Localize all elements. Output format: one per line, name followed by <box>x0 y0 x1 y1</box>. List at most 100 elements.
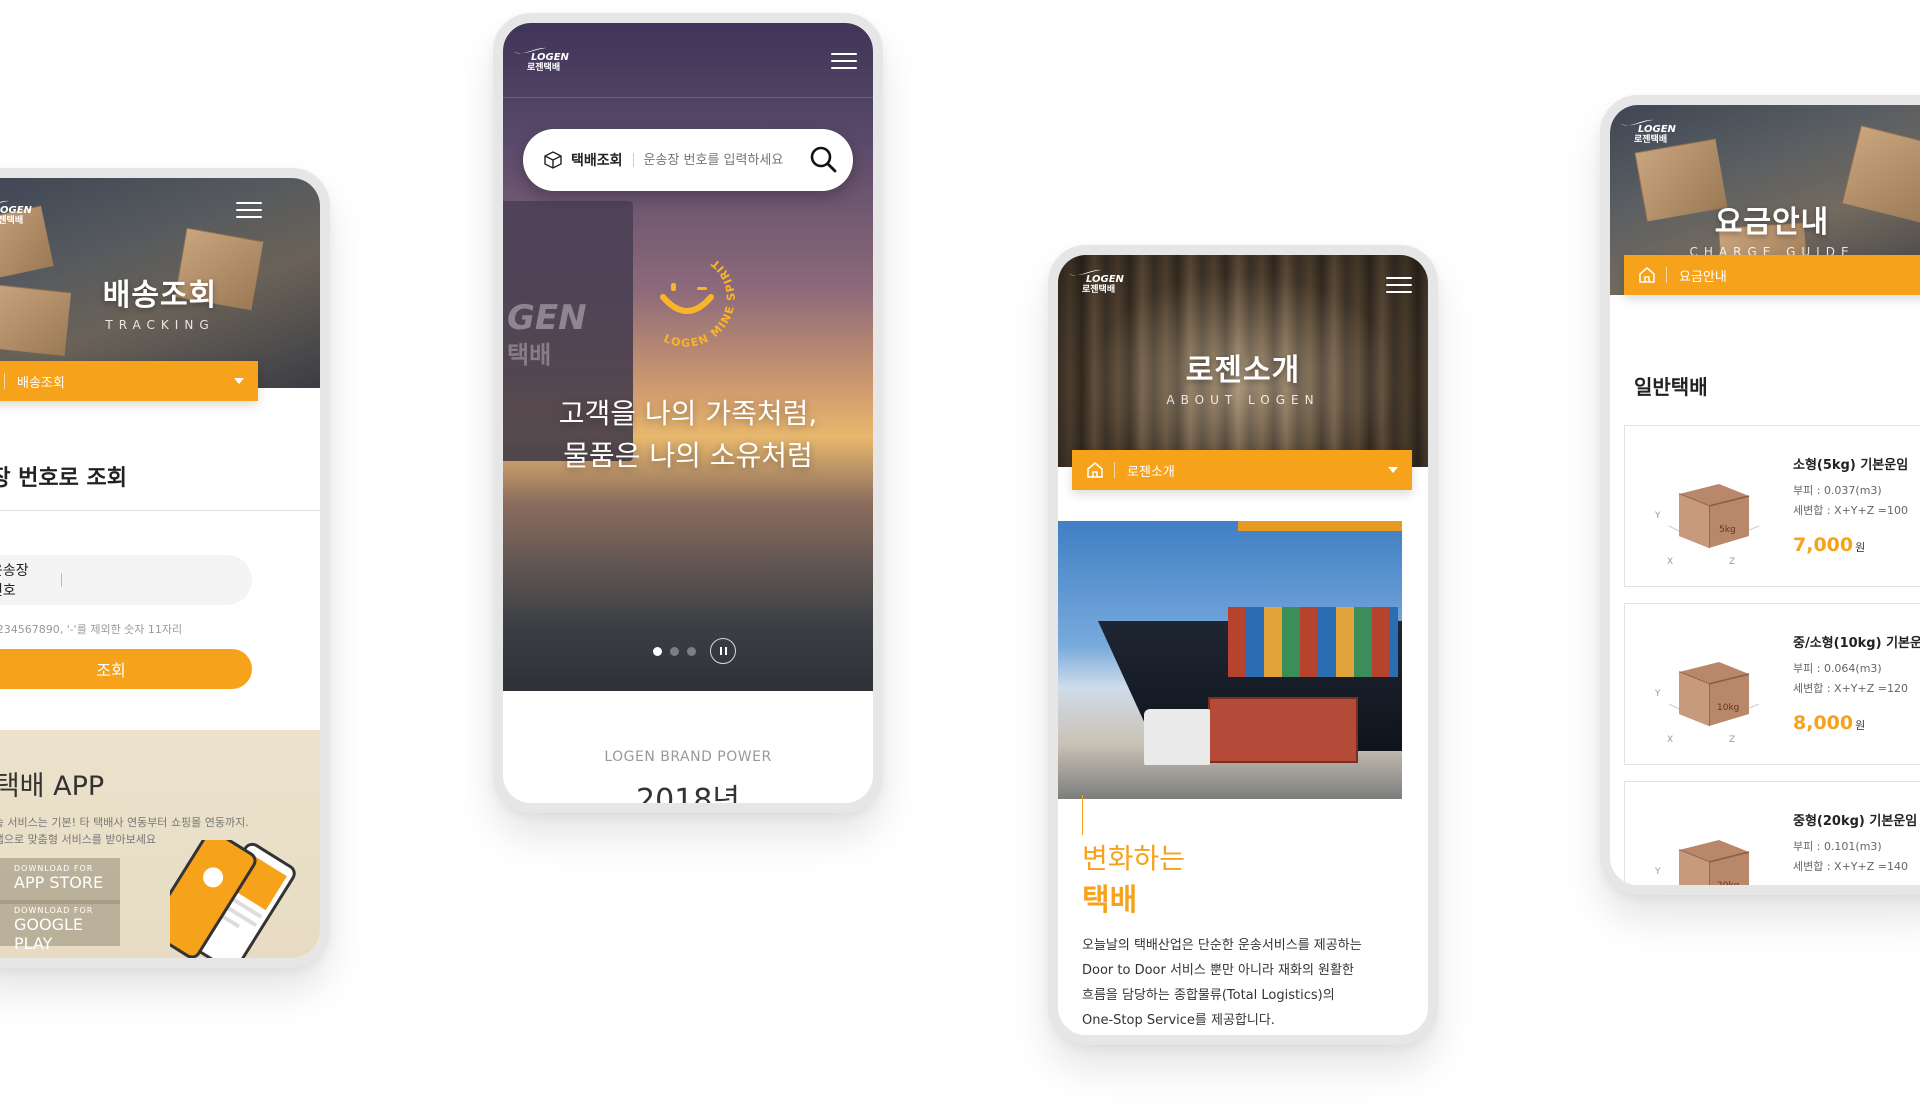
menu-icon[interactable] <box>1386 277 1412 293</box>
slogan-line-2: 물품은 나의 소유처럼 <box>563 439 813 472</box>
wink-eye <box>697 287 707 290</box>
waybill-hint: ※ 01234567890, '-'를 제외한 숫자 11자리 <box>0 623 183 636</box>
price-card[interactable]: 10kg Y X Z 중/소형(10kg) 기본운 부피 : 0.064(m3)… <box>1624 603 1920 765</box>
charge-screen: LOGEN 로젠택배 요금안내 CHARGE GUIDE 요금안내 일반택배 5… <box>1610 105 1920 885</box>
slogan: 고객을 나의 가족처럼, 물품은 나의 소유처럼 <box>503 393 873 477</box>
price-card[interactable]: 20kg Y 중형(20kg) 기본운임 부피 : 0.101(m3) 세변합 … <box>1624 781 1920 885</box>
logen-logo[interactable]: LOGEN 로젠택배 <box>513 45 569 73</box>
parcel-box-illustration: 5kg Y X Z <box>1654 484 1760 566</box>
breadcrumb-separator <box>4 373 5 389</box>
price-value: 8,000 <box>1793 712 1854 734</box>
svg-text:Z: Z <box>1729 735 1735 744</box>
breadcrumb-select[interactable]: 요금안내 <box>1624 255 1920 295</box>
desc-line: Door to Door 서비스 뿐만 아니라 재화의 원활한 <box>1082 963 1354 978</box>
page-subtitle: ABOUT LOGEN <box>1166 393 1320 407</box>
about-description: 오늘날의 택배산업은 단순한 운송서비스를 제공하는 Door to Door … <box>1082 933 1402 1033</box>
svg-text:X: X <box>1667 735 1673 744</box>
tracking-hero: LOGEN 로젠택배 배송조회 TRACKING <box>0 178 320 388</box>
about-screen: LOGEN 로젠택배 로젠소개 ABOUT LOGEN 로젠소개 변화하는 택배… <box>1058 255 1428 1035</box>
search-separator <box>632 153 634 167</box>
svg-text:Y: Y <box>1654 511 1661 521</box>
price-card[interactable]: 5kg Y X Z 소형(5kg) 기본운임 부피 : 0.037(m3) 세변… <box>1624 425 1920 587</box>
headline-line-2: 택배 <box>1082 883 1138 918</box>
waybill-input[interactable] <box>76 572 252 588</box>
charge-phone-mockup: LOGEN 로젠택배 요금안내 CHARGE GUIDE 요금안내 일반택배 5… <box>1600 95 1920 895</box>
app-desc-line: 한 배송 서비스는 기본! 타 택배사 연동부터 쇼핑몰 연동까지. <box>0 816 249 829</box>
app-store-button[interactable]: DOWNLOAD FOR APP STORE <box>0 858 120 904</box>
breadcrumb-separator <box>1114 462 1115 478</box>
containers-shape <box>1228 607 1398 677</box>
chevron-down-icon <box>1388 467 1398 473</box>
store-big-text: GOOGLE PLAY <box>14 915 84 953</box>
accent-line <box>1082 795 1083 835</box>
card-title: 소형(5kg) 기본운임 <box>1793 458 1909 473</box>
card-dimensions: 세변합 : X+Y+Z =100 <box>1793 504 1908 517</box>
box-weight-label: 10kg <box>1717 703 1739 713</box>
page-title: 로젠소개 <box>1185 353 1301 388</box>
home-screen: GEN 택배 LOGEN 로젠택배 택배조회 LOGEN MINE SPIRIT <box>503 23 873 803</box>
logen-logo[interactable]: LOGEN 로젠택배 <box>1068 267 1124 295</box>
waybill-field[interactable]: 운송장 번호 <box>0 555 252 605</box>
carousel-dot[interactable] <box>653 646 662 656</box>
parcel-box-illustration: 10kg Y X Z <box>1654 662 1760 744</box>
store-small-text: DOWNLOAD FOR <box>14 864 94 873</box>
slogan-line-1: 고객을 나의 가족처럼, <box>558 397 818 430</box>
breadcrumb-label: 배송조회 <box>17 375 65 391</box>
card-price: 7,000 원 <box>1793 534 1865 556</box>
logen-logo[interactable]: LOGEN 로젠택배 <box>0 198 32 226</box>
section-title: 송장 번호로 조회 <box>0 466 127 491</box>
brand-power-label: LOGEN BRAND POWER <box>604 749 772 765</box>
logo-text-ko: 로젠택배 <box>1082 285 1116 295</box>
home-hero-banner: GEN 택배 LOGEN 로젠택배 택배조회 LOGEN MINE SPIRIT <box>503 23 873 691</box>
truck-cab-shape <box>1144 709 1210 765</box>
field-separator <box>61 573 62 587</box>
card-price: 8,000 원 <box>1793 712 1865 734</box>
query-button[interactable]: 조회 <box>0 649 252 689</box>
logo-text-en: LOGEN <box>1638 124 1676 135</box>
logo-text-ko: 로젠택배 <box>527 63 561 73</box>
headline-line-1: 변화하는 <box>1082 842 1186 875</box>
app-title: 젠택배 APP <box>0 771 105 802</box>
waybill-search-input[interactable] <box>643 152 804 168</box>
page-title: 요금안내 <box>1714 205 1830 240</box>
search-icon[interactable] <box>809 145 837 173</box>
card-dimensions: 세변합 : X+Y+Z =140 <box>1793 860 1908 873</box>
tracking-phone-mockup: LOGEN 로젠택배 배송조회 TRACKING 배송조회 송장 번호로 조회 … <box>0 168 330 968</box>
logo-text-en: LOGEN <box>1086 274 1124 285</box>
svg-text:Y: Y <box>1654 867 1661 877</box>
home-icon[interactable] <box>1086 461 1104 479</box>
carousel-dot[interactable] <box>670 646 679 656</box>
google-play-button[interactable]: DOWNLOAD FOR GOOGLE PLAY <box>0 900 120 953</box>
desc-line: 흐름을 담당하는 종합물류(Total Logistics)의 <box>1082 988 1335 1003</box>
crane-shape <box>1238 521 1402 617</box>
app-screenshot-image <box>170 840 296 958</box>
menu-icon[interactable] <box>236 202 262 218</box>
logo-text-en: LOGEN <box>531 52 569 63</box>
logo-text-en: LOGEN <box>0 205 32 216</box>
cargo-ship-image <box>1058 521 1402 799</box>
search-label: 택배조회 <box>571 153 623 169</box>
page-subtitle: TRACKING <box>105 318 215 332</box>
home-phone-mockup: GEN 택배 LOGEN 로젠택배 택배조회 LOGEN MINE SPIRIT <box>493 13 883 813</box>
breadcrumb-select[interactable]: 로젠소개 <box>1072 450 1412 490</box>
price-unit: 원 <box>1855 541 1866 554</box>
about-phone-mockup: LOGEN 로젠택배 로젠소개 ABOUT LOGEN 로젠소개 변화하는 택배… <box>1048 245 1438 1045</box>
app-promo-section: 젠택배 APP 한 배송 서비스는 기본! 타 택배사 연동부터 쇼핑몰 연동까… <box>0 730 320 958</box>
smile-mouth <box>660 294 714 314</box>
store-big-text: APP STORE <box>14 873 104 892</box>
card-volume: 부피 : 0.037(m3) <box>1793 484 1882 497</box>
truck-text-ko: 택배 <box>507 341 552 369</box>
breadcrumb-select[interactable]: 배송조회 <box>0 361 258 401</box>
card-title: 중/소형(10kg) 기본운 <box>1793 636 1920 651</box>
box-weight-label: 5kg <box>1719 525 1736 535</box>
chevron-down-icon <box>234 378 244 384</box>
tracking-search-bar[interactable]: 택배조회 <box>523 129 853 191</box>
truck-container-shape <box>1208 697 1358 763</box>
logen-logo[interactable]: LOGEN 로젠택배 <box>1620 117 1676 145</box>
menu-icon[interactable] <box>831 53 857 69</box>
carousel-dot[interactable] <box>687 646 696 656</box>
waybill-label: 운송장 번호 <box>0 563 29 599</box>
home-icon[interactable] <box>1638 266 1656 284</box>
pause-icon[interactable] <box>710 638 736 664</box>
logo-text-ko: 로젠택배 <box>1634 135 1668 145</box>
